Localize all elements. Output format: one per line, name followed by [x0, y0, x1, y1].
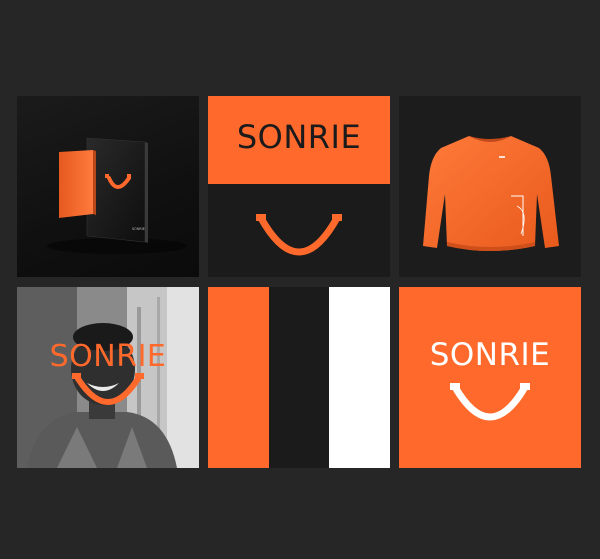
notebook-illustration: SONRIE: [47, 137, 187, 254]
color-palette-tile: [208, 287, 390, 468]
notebook-cover-mark: SONRIE: [132, 227, 145, 231]
sweatshirt-icon: [423, 136, 559, 251]
notebook-mockup-tile: SONRIE: [17, 96, 199, 277]
smile-icon: [72, 373, 144, 405]
swatch-orange: [208, 287, 269, 468]
orange-logo-tile: SONRIE: [399, 287, 581, 468]
logo-lockup-tile: SONRIE: [208, 96, 390, 277]
smile-icon: [450, 383, 530, 421]
smile-icon: [256, 214, 342, 256]
sweatshirt-mockup-tile: [399, 96, 581, 277]
swatch-black: [269, 287, 329, 468]
swatch-white: [329, 287, 390, 468]
portrait-photo-tile: SONRIE: [17, 287, 199, 468]
